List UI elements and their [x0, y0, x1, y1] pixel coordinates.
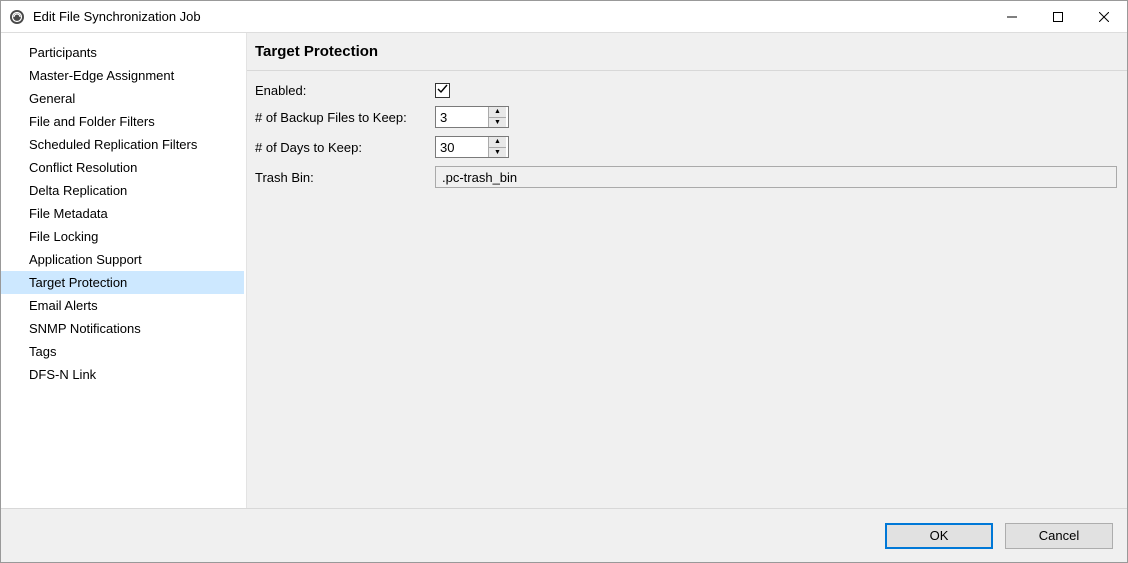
- window-controls: [989, 1, 1127, 32]
- spinner-up-button[interactable]: ▲: [489, 137, 506, 148]
- input-backup-files[interactable]: [436, 107, 488, 127]
- spinner-buttons: ▲ ▼: [488, 107, 506, 127]
- chevron-up-icon: ▲: [494, 108, 501, 115]
- app-icon: [9, 9, 25, 25]
- form: Enabled: # of Backup Files to Keep: ▲ ▼: [247, 71, 1127, 206]
- label-trashbin: Trash Bin:: [255, 170, 435, 185]
- sidebar-item-label: File Locking: [29, 229, 98, 244]
- sidebar-item[interactable]: General: [1, 87, 244, 110]
- spinner-days: ▲ ▼: [435, 136, 509, 158]
- ok-button[interactable]: OK: [885, 523, 993, 549]
- content-title: Target Protection: [247, 33, 1127, 71]
- sidebar-item-label: DFS-N Link: [29, 367, 96, 382]
- sidebar-item-label: SNMP Notifications: [29, 321, 141, 336]
- dialog-window: Edit File Synchronization Job Participan…: [0, 0, 1128, 563]
- sidebar-item-label: File and Folder Filters: [29, 114, 155, 129]
- sidebar-item-label: Scheduled Replication Filters: [29, 137, 197, 152]
- label-backup-files: # of Backup Files to Keep:: [255, 110, 435, 125]
- cancel-button[interactable]: Cancel: [1005, 523, 1113, 549]
- titlebar-title: Edit File Synchronization Job: [33, 9, 989, 24]
- chevron-down-icon: ▼: [494, 149, 501, 156]
- sidebar-item-label: Email Alerts: [29, 298, 98, 313]
- sidebar-item-label: General: [29, 91, 75, 106]
- sidebar-item[interactable]: File Locking: [1, 225, 244, 248]
- maximize-button[interactable]: [1035, 1, 1081, 32]
- spinner-buttons: ▲ ▼: [488, 137, 506, 157]
- checkbox-enabled[interactable]: [435, 83, 450, 98]
- sidebar-item[interactable]: SNMP Notifications: [1, 317, 244, 340]
- sidebar-item-label: Target Protection: [29, 275, 127, 290]
- input-trashbin[interactable]: [435, 166, 1117, 188]
- spinner-up-button[interactable]: ▲: [489, 107, 506, 118]
- sidebar-item[interactable]: Conflict Resolution: [1, 156, 244, 179]
- minimize-button[interactable]: [989, 1, 1035, 32]
- chevron-up-icon: ▲: [494, 138, 501, 145]
- label-days: # of Days to Keep:: [255, 140, 435, 155]
- row-trashbin: Trash Bin:: [255, 166, 1117, 188]
- sidebar-item-label: Delta Replication: [29, 183, 127, 198]
- titlebar: Edit File Synchronization Job: [1, 1, 1127, 33]
- sidebar-item-label: Application Support: [29, 252, 142, 267]
- sidebar-item[interactable]: Email Alerts: [1, 294, 244, 317]
- label-enabled: Enabled:: [255, 83, 435, 98]
- row-enabled: Enabled:: [255, 83, 1117, 98]
- row-days: # of Days to Keep: ▲ ▼: [255, 136, 1117, 158]
- close-icon: [1099, 9, 1109, 25]
- check-icon: [437, 84, 448, 98]
- sidebar-item[interactable]: Master-Edge Assignment: [1, 64, 244, 87]
- sidebar-item[interactable]: Application Support: [1, 248, 244, 271]
- maximize-icon: [1053, 9, 1063, 25]
- minimize-icon: [1007, 9, 1017, 25]
- spinner-down-button[interactable]: ▼: [489, 118, 506, 128]
- sidebar-item[interactable]: Tags: [1, 340, 244, 363]
- sidebar-item[interactable]: File Metadata: [1, 202, 244, 225]
- sidebar-item-label: Conflict Resolution: [29, 160, 137, 175]
- spinner-down-button[interactable]: ▼: [489, 148, 506, 158]
- sidebar-item[interactable]: Scheduled Replication Filters: [1, 133, 244, 156]
- chevron-down-icon: ▼: [494, 119, 501, 126]
- sidebar-item[interactable]: File and Folder Filters: [1, 110, 244, 133]
- content-panel: Target Protection Enabled: # of Backup F…: [247, 33, 1127, 508]
- sidebar: Participants Master-Edge Assignment Genera…: [1, 33, 247, 508]
- sidebar-item[interactable]: Participants: [1, 41, 244, 64]
- sidebar-item-label: Participants: [29, 45, 97, 60]
- sidebar-item-label: File Metadata: [29, 206, 108, 221]
- sidebar-item-label: Master-Edge Assignment: [29, 68, 174, 83]
- sidebar-item[interactable]: DFS-N Link: [1, 363, 244, 386]
- spinner-backup-files: ▲ ▼: [435, 106, 509, 128]
- input-days[interactable]: [436, 137, 488, 157]
- dialog-body: Participants Master-Edge Assignment Genera…: [1, 33, 1127, 508]
- row-backup-files: # of Backup Files to Keep: ▲ ▼: [255, 106, 1117, 128]
- sidebar-item-label: Tags: [29, 344, 56, 359]
- sidebar-item[interactable]: Target Protection: [1, 271, 244, 294]
- close-button[interactable]: [1081, 1, 1127, 32]
- sidebar-item[interactable]: Delta Replication: [1, 179, 244, 202]
- dialog-footer: OK Cancel: [1, 508, 1127, 562]
